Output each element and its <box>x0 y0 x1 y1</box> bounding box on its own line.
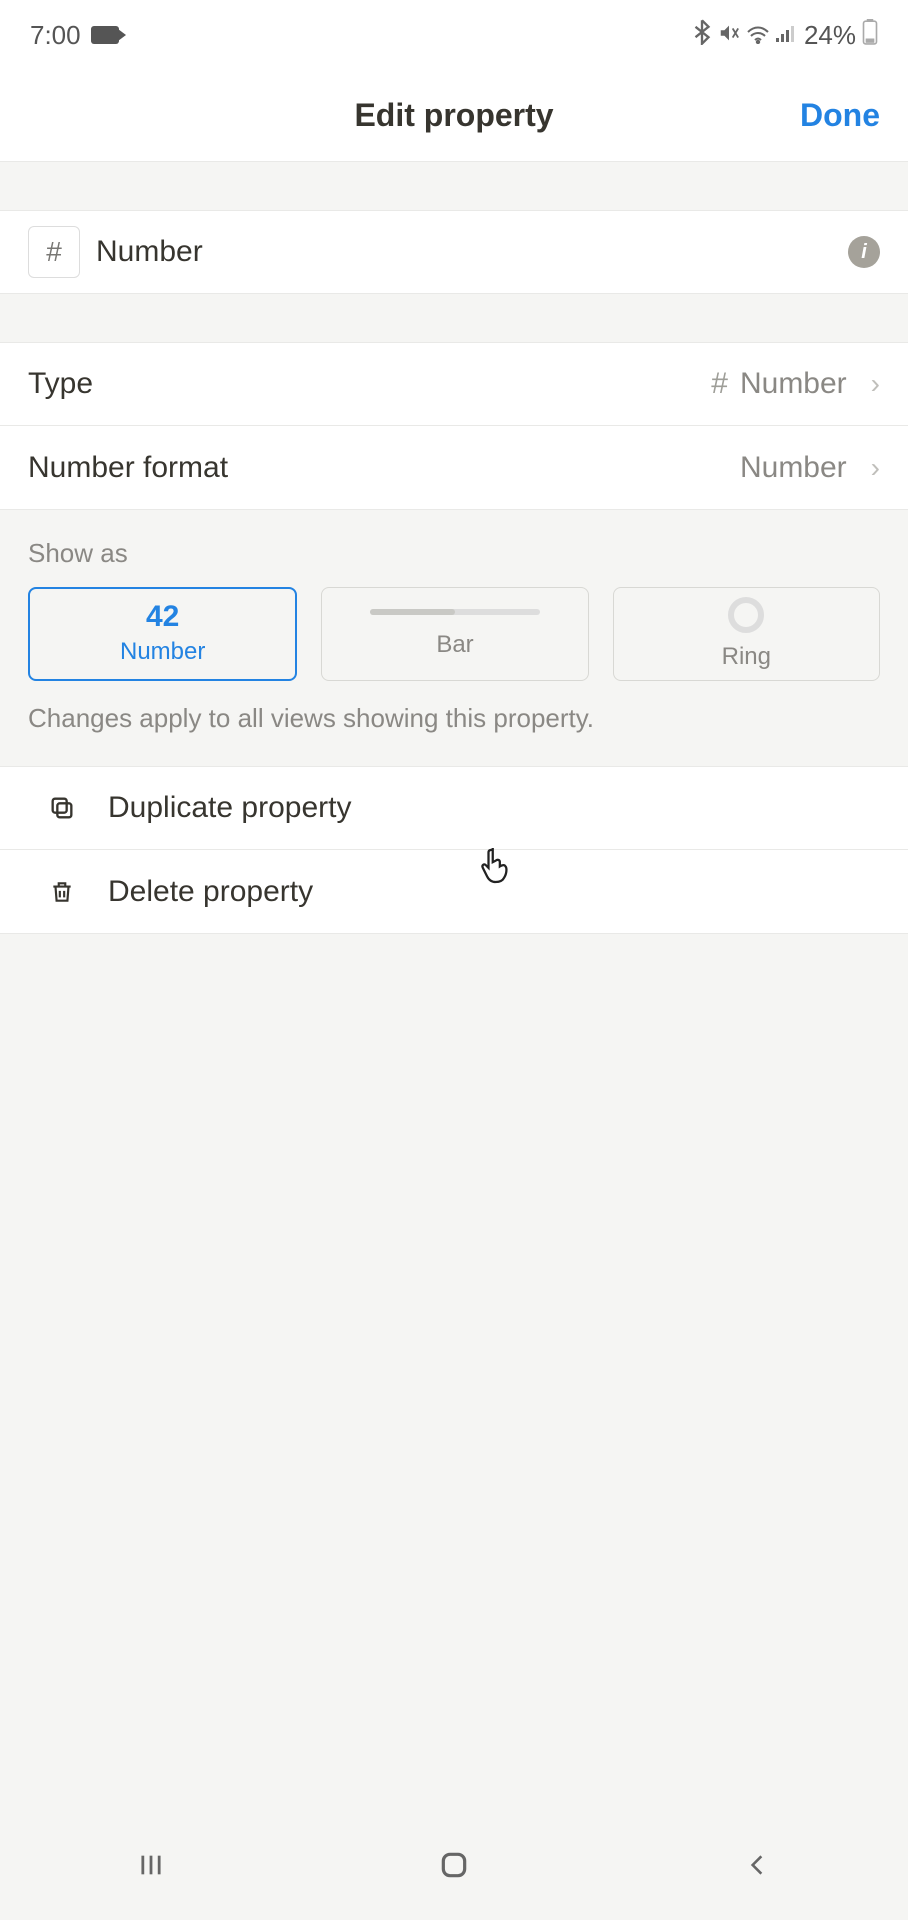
status-bar: 7:00 24% <box>0 0 908 70</box>
page-title: Edit property <box>354 97 553 134</box>
spacer <box>0 162 908 210</box>
property-type-icon[interactable]: # <box>28 226 80 278</box>
chevron-right-icon: › <box>871 452 880 484</box>
ring-preview-icon <box>728 597 764 633</box>
back-button[interactable] <box>737 1845 777 1885</box>
system-nav-bar <box>0 1810 908 1920</box>
info-icon[interactable]: i <box>848 236 880 268</box>
delete-property-button[interactable]: Delete property <box>0 850 908 934</box>
duplicate-label: Duplicate property <box>108 791 351 825</box>
chevron-right-icon: › <box>871 368 880 400</box>
recents-button[interactable] <box>131 1845 171 1885</box>
option-bar-label: Bar <box>436 631 473 659</box>
recording-icon <box>91 26 119 44</box>
bar-preview-icon <box>370 609 540 615</box>
format-value: Number <box>740 451 847 485</box>
number-format-row[interactable]: Number format Number › <box>0 426 908 510</box>
show-as-ring[interactable]: Ring <box>613 587 880 681</box>
property-name-row[interactable]: # Number i <box>0 210 908 294</box>
duplicate-property-button[interactable]: Duplicate property <box>0 766 908 850</box>
signal-icon <box>776 20 798 51</box>
format-label: Number format <box>28 451 740 485</box>
battery-percent: 24% <box>804 20 856 51</box>
type-value: Number <box>740 367 847 401</box>
show-as-options: 42 Number Bar Ring <box>0 587 908 697</box>
option-number-preview: 42 <box>146 602 179 632</box>
wifi-icon <box>746 20 770 51</box>
hash-icon: # <box>711 367 728 401</box>
trash-icon <box>42 878 82 906</box>
option-ring-label: Ring <box>722 643 771 671</box>
app-header: Edit property Done <box>0 70 908 162</box>
bluetooth-icon <box>692 19 712 52</box>
option-number-label: Number <box>120 638 205 666</box>
done-button[interactable]: Done <box>800 97 880 134</box>
home-button[interactable] <box>434 1845 474 1885</box>
duplicate-icon <box>42 794 82 822</box>
show-as-bar[interactable]: Bar <box>321 587 588 681</box>
type-row[interactable]: Type # Number › <box>0 342 908 426</box>
spacer <box>0 294 908 342</box>
type-label: Type <box>28 367 711 401</box>
show-as-helper-text: Changes apply to all views showing this … <box>0 697 908 766</box>
mute-icon <box>718 20 740 51</box>
property-name-input[interactable]: Number <box>96 235 848 269</box>
status-time: 7:00 <box>30 20 81 51</box>
show-as-label: Show as <box>0 510 908 587</box>
battery-icon <box>862 19 878 52</box>
delete-label: Delete property <box>108 875 313 909</box>
show-as-number[interactable]: 42 Number <box>28 587 297 681</box>
